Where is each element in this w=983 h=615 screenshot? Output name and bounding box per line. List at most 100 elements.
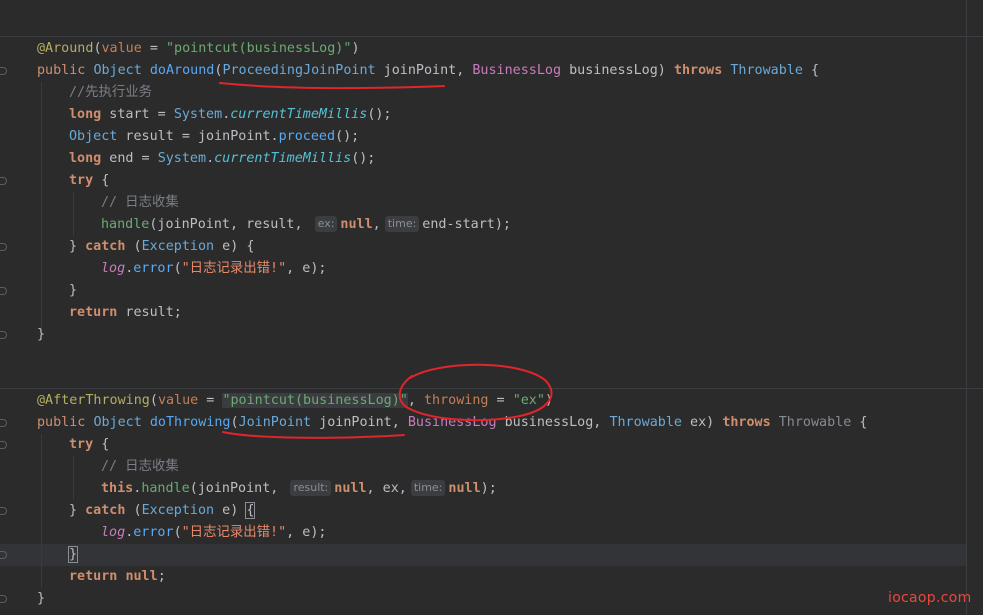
token-keyword: null <box>448 481 481 496</box>
code-line[interactable]: log.error("日志记录出错!", e); <box>101 522 326 544</box>
token-type: Object <box>69 129 118 144</box>
token-type: Exception <box>141 503 215 518</box>
token-type: System <box>173 107 223 122</box>
token-method: proceed <box>278 129 336 144</box>
code-line[interactable]: handle(joinPoint, result, ex: null, time: e… <box>101 214 511 236</box>
token-keyword: return <box>69 569 118 584</box>
token-type: BusinessLog <box>407 415 497 430</box>
token: { <box>851 415 868 430</box>
token-type: System <box>157 151 207 166</box>
code-line[interactable]: } <box>69 280 77 302</box>
token-keyword: try <box>69 173 94 188</box>
code-line[interactable]: long start = System.currentTimeMillis(); <box>69 104 392 126</box>
token: (); <box>335 129 360 144</box>
token: (); <box>351 151 376 166</box>
token-annotation: @AfterThrowing <box>37 393 150 408</box>
token: } <box>69 283 78 298</box>
token-keyword: public <box>37 63 86 78</box>
indent-guide <box>41 434 42 588</box>
code-line[interactable]: try { <box>69 170 109 192</box>
token: ( <box>125 503 142 518</box>
token: (joinPoint, result, <box>149 217 311 232</box>
token-method: error <box>133 261 174 276</box>
code-line[interactable]: long end = System.currentTimeMillis(); <box>69 148 375 170</box>
code-line[interactable]: try { <box>69 434 109 456</box>
indent-guide <box>73 192 74 236</box>
token: joinPoint, <box>311 415 408 430</box>
token-field: log <box>101 261 126 276</box>
token-type: Exception <box>141 239 215 254</box>
method-separator <box>0 388 983 389</box>
parameter-hint: time: <box>410 480 446 496</box>
token-static-method: currentTimeMillis <box>214 151 352 166</box>
token: ( <box>230 415 239 430</box>
matched-brace: } <box>67 546 79 563</box>
token: result; <box>117 305 182 320</box>
token-type: Throwable <box>730 63 803 78</box>
token: ); <box>480 481 497 496</box>
code-line[interactable]: public Object doAround(ProceedingJoinPoi… <box>37 60 819 82</box>
code-line[interactable]: @Around(value = "pointcut(businessLog)") <box>37 38 360 60</box>
token: ; <box>157 569 166 584</box>
token: ( <box>125 239 142 254</box>
token: } <box>69 503 86 518</box>
token: . <box>206 151 215 166</box>
token: , <box>407 393 424 408</box>
right-margin-divider <box>966 0 967 615</box>
token-string: "日志记录出错!" <box>181 525 287 540</box>
indent-guide <box>41 82 42 330</box>
token-keyword: throws <box>673 63 723 78</box>
token-keyword: try <box>69 437 94 452</box>
code-line[interactable]: } <box>37 588 45 610</box>
parameter-hint: result: <box>290 480 332 496</box>
token: ( <box>93 41 102 56</box>
token: ( <box>149 393 158 408</box>
code-line[interactable]: } catch (Exception e) { <box>69 236 254 258</box>
token: businessLog, <box>496 415 610 430</box>
token-keyword: public <box>37 415 86 430</box>
token: , <box>372 217 381 232</box>
parameter-hint: time: <box>384 216 420 232</box>
code-line[interactable]: } <box>67 544 79 566</box>
token-param-name: throwing <box>424 393 489 408</box>
code-line[interactable]: //先执行业务 <box>69 82 152 104</box>
token-type: JoinPoint <box>238 415 312 430</box>
token-param-name: value <box>101 41 142 56</box>
token: ) <box>544 393 553 408</box>
token-keyword: null <box>125 569 158 584</box>
token-string: "ex" <box>512 393 545 408</box>
code-line[interactable]: } catch (Exception e) { <box>69 500 256 522</box>
code-line[interactable]: public Object doThrowing(JoinPoint joinP… <box>37 412 867 434</box>
token: = <box>141 41 166 56</box>
token: result = joinPoint. <box>117 129 279 144</box>
token: ( <box>173 261 182 276</box>
token-method: error <box>133 525 174 540</box>
code-line[interactable]: this.handle(joinPoint, result: null, ex, t… <box>101 478 497 500</box>
token-keyword: long <box>69 107 102 122</box>
token: e) { <box>214 239 255 254</box>
token-comment: // 日志收集 <box>101 195 179 210</box>
token: e) <box>214 503 247 518</box>
code-line[interactable]: // 日志收集 <box>101 456 179 478</box>
token-field: log <box>101 525 126 540</box>
token: businessLog) <box>561 63 674 78</box>
code-line[interactable]: @AfterThrowing(value = "pointcut(busines… <box>37 390 553 412</box>
code-line[interactable]: Object result = joinPoint.proceed(); <box>69 126 359 148</box>
token: end = <box>101 151 158 166</box>
editor-gutter <box>0 0 16 615</box>
token-keyword: return <box>69 305 118 320</box>
code-line[interactable]: } <box>37 324 45 346</box>
code-line[interactable]: return result; <box>69 302 182 324</box>
token: (); <box>367 107 392 122</box>
token: ) <box>351 41 360 56</box>
token-keyword: null <box>340 217 373 232</box>
token: , ex, <box>366 481 407 496</box>
code-line[interactable]: return null; <box>69 566 166 588</box>
token-keyword: null <box>334 481 367 496</box>
code-line[interactable]: // 日志收集 <box>101 192 179 214</box>
token: } <box>37 327 46 342</box>
code-line[interactable]: log.error("日志记录出错!", e); <box>101 258 326 280</box>
token-method: doThrowing <box>149 415 231 430</box>
token-method-call: handle <box>101 217 150 232</box>
